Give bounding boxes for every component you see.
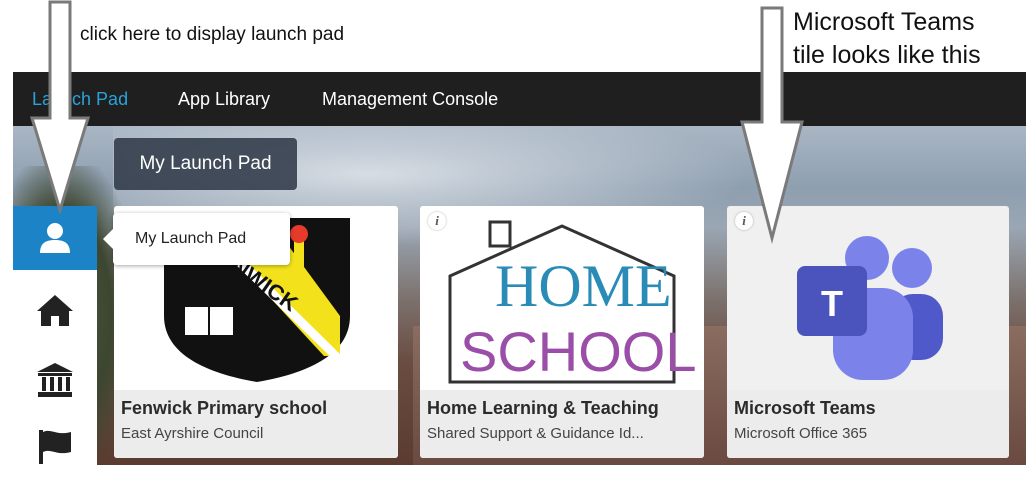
tile-subtitle: Microsoft Office 365 <box>734 425 868 442</box>
school-text: SCHOOL <box>460 320 697 383</box>
tile-footer: Home Learning & Teaching Shared Support … <box>420 390 704 458</box>
home-icon <box>37 295 73 326</box>
sidebar-item-home[interactable] <box>13 278 97 342</box>
teams-letter: T <box>821 283 843 324</box>
tile-title: Home Learning & Teaching <box>427 398 659 418</box>
tile-subtitle: Shared Support & Guidance Id... <box>427 425 644 442</box>
tile-footer: Microsoft Teams Microsoft Office 365 <box>727 390 1009 458</box>
my-launch-pad-header[interactable]: My Launch Pad <box>114 138 297 190</box>
tile-title: Microsoft Teams <box>734 398 876 418</box>
top-navbar: Launch Pad App Library Management Consol… <box>13 72 1026 126</box>
annotation-launch-pad-note: click here to display launch pad <box>80 24 345 45</box>
flag-icon <box>39 430 71 464</box>
arrow-right <box>740 6 804 244</box>
home-text: HOME <box>495 253 672 319</box>
tile-home-learning[interactable]: i HOME SCHOOL Home Learning & Teaching S… <box>420 206 704 458</box>
tile-title: Fenwick Primary school <box>121 398 328 418</box>
sidebar-item-launch-pad[interactable] <box>13 206 97 270</box>
sidebar-item-institution[interactable] <box>13 348 97 412</box>
sidebar-item-flag[interactable] <box>13 414 97 478</box>
annotation-teams-line1: Microsoft Teams <box>793 8 975 36</box>
user-icon <box>40 223 70 253</box>
arrow-left <box>29 0 91 214</box>
tooltip-my-launch-pad: My Launch Pad <box>103 213 290 265</box>
tile-footer: Fenwick Primary school East Ayrshire Cou… <box>114 390 398 458</box>
institution-icon <box>37 363 73 397</box>
home-school-logo: HOME SCHOOL <box>448 220 697 384</box>
sidebar <box>13 206 97 465</box>
nav-app-library[interactable]: App Library <box>178 72 270 126</box>
annotation-teams-note: Microsoft Teams tile looks like this <box>793 6 1018 72</box>
tile-subtitle: East Ayrshire Council <box>121 425 264 442</box>
nav-management-console[interactable]: Management Console <box>322 72 498 126</box>
annotation-teams-line2: tile looks like this <box>793 41 981 69</box>
